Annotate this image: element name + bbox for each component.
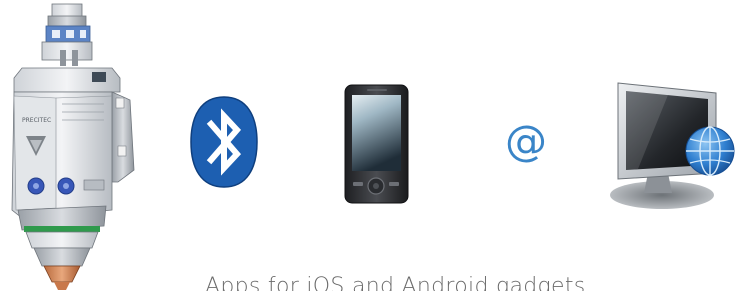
- at-sign-icon: @: [505, 116, 547, 165]
- connectivity-illustration: PRECITEC @ Apps for iOS and Android gadg…: [0, 0, 737, 291]
- caption-text: Apps for iOS and Android gadgets: [205, 274, 586, 291]
- laser-cutting-head-icon: PRECITEC: [11, 3, 135, 290]
- computer-globe-icon: [610, 82, 735, 209]
- smartphone-icon: [344, 84, 409, 204]
- laser-head-brand-label: PRECITEC: [22, 117, 51, 124]
- bluetooth-icon: [190, 96, 258, 188]
